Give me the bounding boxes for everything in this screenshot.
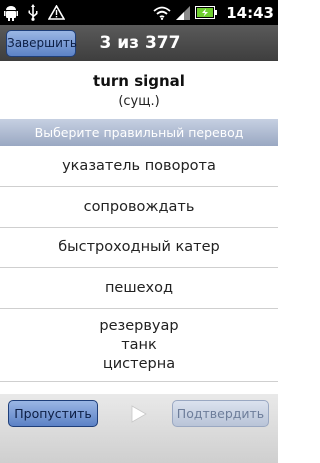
play-icon[interactable]: [130, 405, 148, 423]
confirm-button[interactable]: Подтвердить: [172, 400, 269, 427]
answer-option-1[interactable]: указатель поворота: [0, 146, 278, 187]
answer-option-text: цистерна: [102, 355, 176, 372]
status-bar: 14:43: [0, 0, 278, 25]
answer-option-text: быстроходный катер: [58, 239, 220, 255]
signal-icon: [176, 5, 191, 20]
answer-option-text: сопровождать: [83, 198, 195, 215]
word-card: turn signal (сущ.): [0, 61, 278, 117]
answer-option-3[interactable]: быстроходный катер: [0, 228, 278, 268]
progress-counter: 3 из 377: [99, 33, 181, 53]
answer-option-2[interactable]: сопровождать: [0, 187, 278, 228]
wifi-icon: [153, 6, 171, 20]
answer-option-text: резервуар: [99, 317, 179, 334]
answer-option-5[interactable]: резервуар танк цистерна: [0, 309, 278, 382]
warning-icon: [48, 5, 65, 20]
skip-button[interactable]: Пропустить: [8, 400, 98, 427]
android-icon: [4, 5, 18, 21]
bottom-toolbar: Пропустить Подтвердить: [0, 394, 278, 463]
word: turn signal: [93, 72, 185, 90]
answer-option-text: пешеход: [104, 279, 174, 296]
usb-icon: [27, 4, 39, 21]
answer-option-text: указатель поворота: [62, 157, 216, 174]
answer-option-4[interactable]: пешеход: [0, 268, 278, 309]
finish-button[interactable]: Завершить: [6, 30, 77, 57]
answer-option-text: танк: [121, 336, 157, 353]
instruction-bar: Выберите правильный перевод: [0, 119, 278, 146]
part-of-speech: (сущ.): [118, 94, 160, 109]
battery-charging-icon: [195, 6, 218, 19]
header-bar: Завершить 3 из 377: [0, 25, 278, 62]
clock: 14:43: [226, 3, 274, 22]
